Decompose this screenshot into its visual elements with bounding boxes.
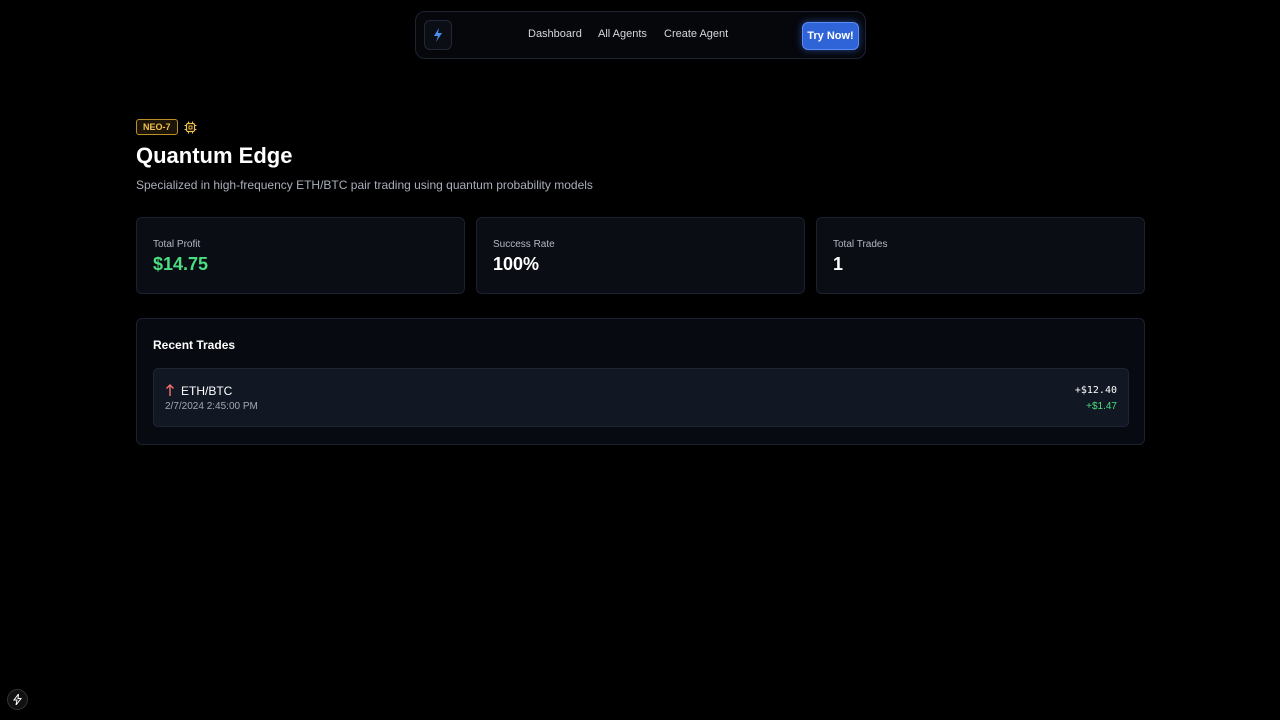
stat-card-total-profit: Total Profit $14.75 [136, 217, 465, 294]
arrow-up-icon [166, 384, 174, 396]
stat-label: Total Profit [153, 239, 201, 250]
lightning-icon [13, 694, 22, 705]
stat-card-total-trades: Total Trades 1 [816, 217, 1145, 294]
stat-value: 100% [493, 254, 540, 274]
nav-link-create-agent[interactable]: Create Agent [664, 28, 728, 40]
logo-button[interactable] [424, 20, 452, 50]
stat-label: Success Rate [493, 239, 555, 250]
top-nav: Dashboard All Agents Create Agent Try No… [415, 11, 866, 59]
recent-trades-title: Recent Trades [153, 338, 236, 352]
trade-amount: +$12.40 [1074, 385, 1117, 396]
chip-icon [184, 120, 198, 134]
trade-timestamp: 2/7/2024 2:45:00 PM [165, 401, 258, 412]
stat-value: $14.75 [153, 254, 209, 274]
stat-value: 1 [833, 254, 844, 274]
nav-link-dashboard[interactable]: Dashboard [528, 28, 582, 40]
trade-pair: ETH/BTC [181, 384, 233, 398]
trade-profit: +$1.47 [1086, 401, 1117, 412]
agent-model-badge: NEO-7 [136, 119, 178, 135]
nav-link-all-agents[interactable]: All Agents [598, 28, 647, 40]
try-now-button[interactable]: Try Now! [802, 22, 859, 50]
agent-description: Specialized in high-frequency ETH/BTC pa… [136, 178, 593, 192]
stat-card-success-rate: Success Rate 100% [476, 217, 805, 294]
agent-badge-row: NEO-7 [136, 119, 198, 135]
trade-row[interactable]: ETH/BTC 2/7/2024 2:45:00 PM +$12.40 +$1.… [153, 368, 1129, 427]
recent-trades-panel: Recent Trades ETH/BTC 2/7/2024 2:45:00 P… [136, 318, 1145, 445]
agent-name: Quantum Edge [136, 143, 293, 168]
stat-label: Total Trades [833, 239, 888, 250]
lightning-logo-icon [434, 28, 442, 42]
dev-tools-button[interactable] [7, 689, 28, 710]
